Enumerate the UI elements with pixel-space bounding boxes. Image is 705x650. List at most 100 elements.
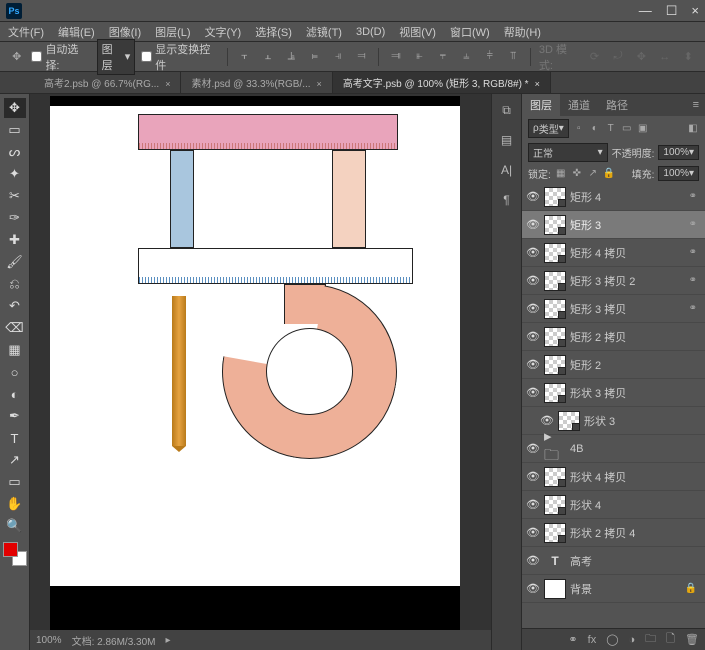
group-icon[interactable]: 🗀 <box>645 630 656 649</box>
fill-field[interactable]: 100%▾ <box>658 166 699 181</box>
tab-channels[interactable]: 通道 <box>560 94 598 116</box>
gradient-tool[interactable]: ▦ <box>4 340 26 360</box>
lock-pixels-icon[interactable]: ▦ <box>555 168 567 180</box>
layer-row[interactable]: 👁▸🗀4B <box>522 435 705 463</box>
filter-text-icon[interactable]: T <box>605 123 617 135</box>
wand-tool[interactable]: ✦ <box>4 164 26 184</box>
document-tab[interactable]: 高考2.psb @ 66.7%(RG...× <box>34 72 181 93</box>
delete-layer-icon[interactable]: 🗑 <box>685 633 699 646</box>
dodge-tool[interactable]: ◐ <box>4 384 26 404</box>
filter-toggle-icon[interactable]: ◧ <box>687 123 699 135</box>
align-center-v-icon[interactable]: ⫣ <box>329 48 346 66</box>
menu-filter[interactable]: 滤镜(T) <box>302 22 346 42</box>
visibility-toggle-icon[interactable]: 👁 <box>540 414 554 427</box>
foreground-swatch[interactable] <box>3 542 18 557</box>
visibility-toggle-icon[interactable]: 👁 <box>526 218 540 231</box>
distribute-5-icon[interactable]: ⫩ <box>481 48 498 66</box>
visibility-toggle-icon[interactable]: 👁 <box>526 246 540 259</box>
visibility-toggle-icon[interactable]: 👁 <box>526 330 540 343</box>
visibility-toggle-icon[interactable]: 👁 <box>526 302 540 315</box>
character-panel-icon[interactable]: A| <box>497 160 517 180</box>
shape-blue-bar[interactable] <box>170 150 194 248</box>
align-bottom-icon[interactable]: ⫤ <box>353 48 370 66</box>
doc-info[interactable]: 文档: 2.86M/3.30M <box>72 633 156 648</box>
visibility-toggle-icon[interactable]: 👁 <box>526 442 540 455</box>
stamp-tool[interactable]: ⎌ <box>4 274 26 294</box>
document-tab[interactable]: 素材.psd @ 33.3%(RGB/...× <box>181 72 332 93</box>
brush-tool[interactable]: 🖌 <box>4 252 26 272</box>
layer-row[interactable]: 👁T高考 <box>522 547 705 575</box>
visibility-toggle-icon[interactable]: 👁 <box>526 554 540 567</box>
distribute-6-icon[interactable]: ⫪ <box>504 48 521 66</box>
lock-position-icon[interactable]: ✜ <box>571 168 583 180</box>
document-canvas[interactable] <box>50 96 460 650</box>
layer-row[interactable]: 👁矩形 2 <box>522 351 705 379</box>
visibility-toggle-icon[interactable]: 👁 <box>526 526 540 539</box>
layer-row[interactable]: 👁矩形 2 拷贝 <box>522 323 705 351</box>
shape-white-ruler[interactable] <box>138 248 413 284</box>
layer-row[interactable]: 👁矩形 3 拷贝⚭ <box>522 295 705 323</box>
adjustment-layer-icon[interactable]: ◑ <box>629 634 636 646</box>
filter-smart-icon[interactable]: ▣ <box>637 123 649 135</box>
opacity-field[interactable]: 100%▾ <box>658 145 699 160</box>
layer-row[interactable]: 👁矩形 4⚭ <box>522 183 705 211</box>
menu-layer[interactable]: 图层(L) <box>151 22 194 42</box>
paragraph-panel-icon[interactable]: ¶ <box>497 190 517 210</box>
layer-row[interactable]: 👁形状 4 拷贝 <box>522 463 705 491</box>
new-layer-icon[interactable]: 🗋 <box>666 630 675 649</box>
align-top-icon[interactable]: ⫢ <box>306 48 323 66</box>
distribute-4-icon[interactable]: ⫨ <box>458 48 475 66</box>
lock-artboard-icon[interactable]: ↗ <box>587 168 599 180</box>
blur-tool[interactable]: ○ <box>4 362 26 382</box>
menu-type[interactable]: 文字(Y) <box>201 22 246 42</box>
zoom-level[interactable]: 100% <box>36 635 62 646</box>
tab-paths[interactable]: 路径 <box>598 94 636 116</box>
layer-row[interactable]: 👁矩形 4 拷贝⚭ <box>522 239 705 267</box>
autoselect-dropdown[interactable]: 图层 ▾ <box>97 39 136 75</box>
history-panel-icon[interactable]: ⧉ <box>497 100 517 120</box>
window-close[interactable]: × <box>691 3 699 19</box>
swatches-panel-icon[interactable]: ▤ <box>497 130 517 150</box>
path-select-tool[interactable]: ↗ <box>4 450 26 470</box>
color-swatches[interactable] <box>3 542 27 566</box>
zoom-tool[interactable]: 🔍 <box>4 516 26 536</box>
lock-all-icon[interactable]: 🔒 <box>603 168 615 180</box>
layer-row[interactable]: 👁形状 3 拷贝 <box>522 379 705 407</box>
layer-fx-icon[interactable]: fx <box>588 634 597 646</box>
pen-tool[interactable]: ✒ <box>4 406 26 426</box>
align-center-h-icon[interactable]: ⫠ <box>259 48 276 66</box>
layer-row[interactable]: 👁背景🔒 <box>522 575 705 603</box>
distribute-v-icon[interactable]: ⫦ <box>411 48 428 66</box>
menu-window[interactable]: 窗口(W) <box>446 22 494 42</box>
document-tab[interactable]: 高考文字.psb @ 100% (矩形 3, RGB/8#) *× <box>333 72 551 93</box>
filter-image-icon[interactable]: ▫ <box>573 123 585 135</box>
shape-tool[interactable]: ▭ <box>4 472 26 492</box>
visibility-toggle-icon[interactable]: 👁 <box>526 498 540 511</box>
hand-tool[interactable]: ✋ <box>4 494 26 514</box>
link-layers-icon[interactable]: ⚭ <box>568 633 577 646</box>
autoselect-checkbox[interactable] <box>31 51 42 62</box>
layer-row[interactable]: 👁矩形 3⚭ <box>522 211 705 239</box>
menu-select[interactable]: 选择(S) <box>251 22 296 42</box>
eyedropper-tool[interactable]: ✑ <box>4 208 26 228</box>
menu-edit[interactable]: 编辑(E) <box>54 22 99 42</box>
panel-menu-icon[interactable]: ≡ <box>687 99 705 111</box>
align-left-icon[interactable]: ⫟ <box>236 48 253 66</box>
tab-layers[interactable]: 图层 <box>522 94 560 116</box>
visibility-toggle-icon[interactable]: 👁 <box>526 470 540 483</box>
layer-mask-icon[interactable]: ◯ <box>606 633 618 646</box>
tab-close-icon[interactable]: × <box>535 79 540 89</box>
distribute-3-icon[interactable]: ⫧ <box>434 48 451 66</box>
distribute-h-icon[interactable]: ⫥ <box>387 48 404 66</box>
history-brush-tool[interactable]: ↶ <box>4 296 26 316</box>
menu-file[interactable]: 文件(F) <box>4 22 48 42</box>
tab-close-icon[interactable]: × <box>317 79 322 89</box>
filter-shape-icon[interactable]: ▭ <box>621 123 633 135</box>
shape-peach-bar[interactable] <box>332 150 366 248</box>
blend-mode-dropdown[interactable]: 正常▾ <box>528 143 608 162</box>
align-right-icon[interactable]: ⫡ <box>283 48 300 66</box>
visibility-toggle-icon[interactable]: 👁 <box>526 358 540 371</box>
lasso-tool[interactable]: ᔕ <box>4 142 26 162</box>
text-tool[interactable]: T <box>4 428 26 448</box>
tab-close-icon[interactable]: × <box>165 79 170 89</box>
